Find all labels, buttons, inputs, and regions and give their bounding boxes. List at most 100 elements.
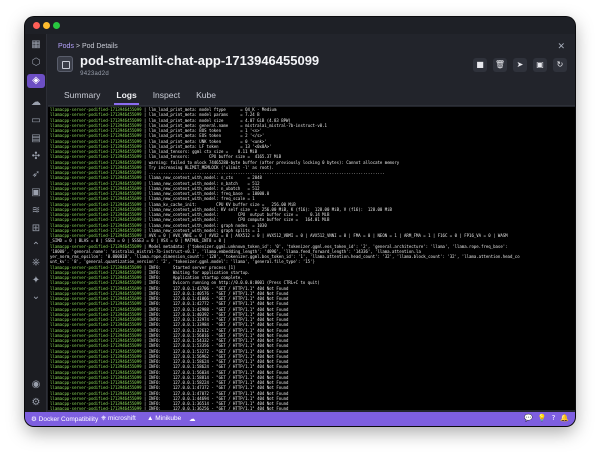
log-line-text: | warning: failed to mlock 74465280-byte… bbox=[143, 159, 400, 165]
log-line-prefix: llamacpp-server-podified-1713946455099 bbox=[50, 264, 144, 270]
rocket-icon[interactable]: ➶ bbox=[29, 168, 43, 182]
log-line-prefix: llamacpp-server-podified-1713946455099 bbox=[50, 138, 144, 144]
tab-logs[interactable]: Logs bbox=[108, 90, 144, 105]
pod-id: 9423ad2d bbox=[80, 70, 109, 77]
account-icon[interactable]: ◉ bbox=[29, 378, 43, 392]
images-icon[interactable]: ▭ bbox=[29, 114, 43, 128]
tab-inspect[interactable]: Inspect bbox=[145, 90, 188, 104]
log-line-text: | llm_load_print_meta: general.name = mi… bbox=[143, 122, 327, 128]
log-line-prefix: llamacpp-server-podified-1713946455099 bbox=[50, 406, 144, 410]
log-line-prefix: llamacpp-server-podified-1713946455099 bbox=[50, 343, 144, 349]
zoom-window-button[interactable] bbox=[53, 22, 60, 29]
log-line-prefix: llamacpp-server-podified-1713946455099 bbox=[50, 180, 144, 186]
log-line-prefix: llamacpp-server-podified-1713946455099 bbox=[50, 196, 144, 202]
restart-icon[interactable]: ↻ bbox=[553, 58, 567, 72]
log-line-prefix: llamacpp-server-podified-1713946455099 bbox=[50, 269, 144, 275]
kube-context-item[interactable]: ⎈ microshift bbox=[101, 415, 136, 423]
log-line-prefix: llamacpp-server-podified-1713946455099 bbox=[50, 338, 144, 343]
log-line-text: | llm_load_tensors: ggml ctx size = 0.11… bbox=[143, 149, 258, 154]
pods-icon[interactable]: ◈ bbox=[27, 74, 45, 88]
log-line-prefix: llamacpp-server-podified-1713946455099 bbox=[50, 322, 144, 328]
log-line-prefix: llamacpp-server-podified-1713946455099 bbox=[50, 385, 144, 391]
log-line-text: | AVX = 0 | AVX_VNNI = 0 | AVX2 = 0 | AV… bbox=[143, 233, 508, 238]
log-line-text: | llama_new_context_with_model: CPU outp… bbox=[143, 212, 330, 217]
log-line-prefix: llamacpp-server-podified-1713946455099 bbox=[50, 390, 144, 396]
chevron-down-icon[interactable]: ⌄ bbox=[29, 290, 43, 304]
log-line-prefix: llamacpp-server-podified-1713946455099 bbox=[50, 191, 144, 196]
layers-icon[interactable]: ≋ bbox=[29, 204, 43, 218]
chat-icon[interactable]: 💬 bbox=[524, 414, 533, 422]
kube-icon[interactable]: ⎈ bbox=[29, 256, 43, 270]
kube-context-label: microshift bbox=[108, 415, 136, 422]
log-line-text: | INFO: 127.0.0.1:56962 - "GET / HTTP/1.… bbox=[143, 353, 289, 359]
log-line-prefix: llamacpp-server-podified-1713946455099 bbox=[50, 374, 144, 380]
status-bar: ⚙ Docker Compatibility ⎈ microshift ▲ Mi… bbox=[25, 412, 575, 426]
stop-icon[interactable]: ■ bbox=[473, 58, 487, 72]
bulb-icon[interactable]: 💡 bbox=[538, 414, 547, 422]
log-line-text: | Try increasing RLIMIT_MEMLOCK ('ulimit… bbox=[143, 164, 274, 170]
log-line-prefix: llamacpp-server-podified-1713946455099 bbox=[50, 348, 144, 354]
action-bar: ■ 🗑 ➤ ▣ ↻ bbox=[473, 58, 567, 72]
dashboard-icon[interactable]: ▦ bbox=[29, 38, 43, 52]
volumes-icon[interactable]: ▤ bbox=[29, 132, 43, 146]
bell-icon[interactable]: 🔔 bbox=[560, 414, 569, 422]
log-line-text: | INFO: 127.0.0.1:42988 - "GET / HTTP/1.… bbox=[143, 306, 289, 312]
minikube-item[interactable]: ▲ Minikube bbox=[147, 415, 181, 422]
pod-icon bbox=[57, 56, 73, 72]
network-icon[interactable]: ⊞ bbox=[29, 222, 43, 236]
log-line-text: | INFO: 127.0.0.1:56016 - "GET / HTTP/1.… bbox=[143, 332, 289, 338]
log-line-text: | INFO: 127.0.0.1:53356 - "GET / HTTP/1.… bbox=[143, 343, 289, 349]
log-line-prefix: llamacpp-server-podified-1713946455099 bbox=[50, 280, 144, 286]
log-line-text: | INFO: 127.0.0.1:36256 - "GET / HTTP/1.… bbox=[143, 406, 289, 410]
close-icon[interactable]: ✕ bbox=[557, 42, 565, 52]
log-line-prefix: llamacpp-server-podified-1713946455099 bbox=[50, 122, 144, 128]
docker-compat-label: Docker Compatibility bbox=[38, 416, 99, 423]
breadcrumb-current: Pod Details bbox=[81, 43, 118, 50]
ai-lab-icon[interactable]: ✦ bbox=[29, 274, 43, 288]
gear-icon[interactable]: ⚙ bbox=[29, 396, 43, 410]
tab-summary[interactable]: Summary bbox=[56, 90, 108, 104]
log-line-prefix: llamacpp-server-podified-1713946455099 bbox=[50, 170, 144, 175]
log-line-text: | llama_new_context_with_model: n_ctx = … bbox=[143, 175, 262, 181]
log-line-prefix: llamacpp-server-podified-1713946455099 bbox=[50, 301, 144, 307]
log-line-prefix: llamacpp-server-podified-1713946455099 bbox=[50, 159, 144, 165]
log-line-prefix: llamacpp-server-podified-1713946455099 bbox=[50, 112, 144, 118]
deploy-icon[interactable]: ➤ bbox=[513, 58, 527, 72]
log-line-text: | llama_new_context_with_model: freq_bas… bbox=[143, 191, 270, 196]
extensions-icon[interactable]: ✣ bbox=[29, 150, 43, 164]
terminal-icon[interactable]: ▣ bbox=[533, 58, 547, 72]
cube-icon[interactable]: ⬡ bbox=[29, 56, 43, 70]
tab-kube[interactable]: Kube bbox=[188, 90, 224, 104]
log-line-prefix: llamacpp-server-podified-1713946455099 bbox=[50, 306, 144, 312]
main-panel: Pods > Pod Details ✕ pod-streamlit-chat-… bbox=[48, 34, 575, 412]
log-line-text: | INFO: 127.0.0.1:33984 - "GET / HTTP/1.… bbox=[143, 322, 289, 328]
log-line-prefix: llamacpp-server-podified-1713946455099 bbox=[50, 296, 144, 301]
log-line-prefix: llamacpp-server-podified-1713946455099 bbox=[50, 359, 144, 364]
minimize-window-button[interactable] bbox=[43, 22, 50, 29]
cloud-icon[interactable]: ☁ bbox=[29, 96, 43, 110]
log-line-text: | llm_load_print_meta: EOS token = 2 '</… bbox=[143, 133, 265, 139]
log-line-prefix: llamacpp-server-podified-1713946455099 bbox=[50, 133, 144, 139]
log-line-text: | llama_new_context_with_model: CPU comp… bbox=[143, 217, 330, 223]
box-icon[interactable]: ▣ bbox=[29, 186, 43, 200]
log-line-text: yer_norm_rms_epsilon': '0.000010', 'llam… bbox=[50, 254, 520, 259]
log-line-prefix: llamacpp-server-podified-1713946455099 bbox=[50, 311, 144, 317]
delete-icon[interactable]: 🗑 bbox=[493, 58, 507, 72]
docker-compat-item[interactable]: ⚙ Docker Compatibility bbox=[31, 415, 98, 423]
log-line-prefix: llamacpp-server-podified-1713946455099 bbox=[50, 143, 144, 149]
log-line-prefix: llamacpp-server-podified-1713946455099 bbox=[50, 401, 144, 406]
log-line-prefix: llamacpp-server-podified-1713946455099 bbox=[50, 364, 144, 370]
log-terminal[interactable]: llamacpp-server-podified-1713946455099 |… bbox=[48, 107, 575, 410]
log-line-prefix: llamacpp-server-podified-1713946455099 bbox=[50, 285, 144, 291]
breadcrumb-pods-link[interactable]: Pods bbox=[58, 43, 74, 50]
log-line-text: | llm_load_print_meta: LF token = 13 '<0… bbox=[143, 143, 272, 149]
chevron-up-icon[interactable]: ⌃ bbox=[29, 240, 43, 254]
log-line-text: | llama_new_context_with_model: freq_sca… bbox=[143, 196, 255, 202]
close-window-button[interactable] bbox=[33, 22, 40, 29]
app-window: ▦ ⬡ ◈ ☁ ▭ ▤ ✣ ➶ ▣ ≋ ⊞ ⌃ ⎈ ✦ ⌄ ◉ ⚙ Pods >… bbox=[25, 17, 575, 426]
log-line: llamacpp-server-podified-1713946455099 |… bbox=[50, 406, 573, 410]
cloud-status-icon[interactable]: ☁ bbox=[189, 415, 196, 423]
log-line-text: | llama_kv_cache_init: CPU KV buffer siz… bbox=[143, 201, 296, 207]
log-line-text: | llama_new_context_with_model: n_ubatch… bbox=[143, 185, 260, 191]
help-icon[interactable]: ? bbox=[552, 414, 556, 422]
